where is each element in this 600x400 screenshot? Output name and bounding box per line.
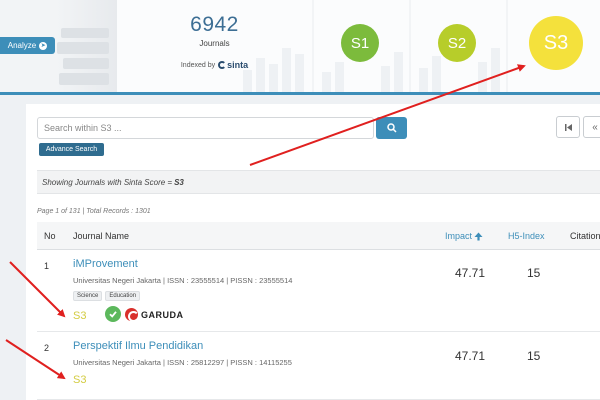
- search-input[interactable]: [37, 117, 374, 139]
- table-row: 2 Perspektif Ilmu Pendidikan Universitas…: [37, 332, 600, 400]
- impact-value: 47.71: [455, 266, 486, 280]
- search-icon: [386, 123, 397, 133]
- header-no: No: [44, 231, 56, 241]
- table-row: 1 iMProvement Universitas Negeri Jakarta…: [37, 250, 600, 332]
- indexed-by-text: Indexed by: [180, 61, 216, 69]
- journal-title-link[interactable]: Perspektif Ilmu Pendidikan: [73, 340, 203, 352]
- subject-tags: Science Education: [73, 291, 141, 301]
- first-page-button[interactable]: [556, 116, 580, 138]
- journals-stat-card: 6942 Journals Indexed by sinta: [117, 0, 312, 92]
- first-page-icon: [564, 123, 572, 131]
- garuda-text: GARUDA: [141, 309, 184, 320]
- score-badge-s3[interactable]: S3: [529, 16, 583, 70]
- header-impact: Impact: [445, 231, 473, 241]
- journal-title-link[interactable]: iMProvement: [73, 258, 138, 270]
- impact-value: 47.71: [455, 349, 486, 363]
- page-info: Page 1 of 131 | Total Records : 1301: [37, 208, 151, 215]
- garuda-icon: [125, 308, 139, 322]
- subject-tag[interactable]: Science: [73, 291, 103, 301]
- header-decoration: [55, 0, 117, 92]
- analyze-label: Analyze: [7, 41, 37, 50]
- sinta-logo: sinta: [218, 60, 248, 70]
- sinta-symbol-icon: [218, 61, 227, 69]
- subject-tag[interactable]: Education: [105, 291, 141, 301]
- filter-text: Showing Journals with Sinta Score =: [42, 177, 173, 187]
- sinta-score: S3: [73, 374, 87, 386]
- journal-meta: Universitas Negeri Jakarta | ISSN : 2355…: [73, 276, 293, 285]
- arrow-right-icon: ➤: [39, 41, 48, 50]
- double-chevron-left-icon: «: [592, 121, 598, 133]
- header-citations: Citation: [570, 231, 600, 241]
- verified-check-icon: [105, 306, 121, 322]
- search-button[interactable]: [376, 117, 407, 139]
- table-header: No Journal Name Impact H5-Index Citation: [37, 222, 600, 250]
- filter-status: Showing Journals with Sinta Score = S3: [37, 170, 600, 194]
- analyze-button[interactable]: Analyze ➤: [0, 37, 55, 54]
- row-number: 1: [44, 261, 50, 271]
- filter-value: S3: [174, 177, 184, 187]
- header-divider: [0, 92, 600, 95]
- h5-index-value: 15: [527, 266, 541, 280]
- row-number: 2: [44, 343, 50, 353]
- advance-search-button[interactable]: Advance Search: [39, 143, 104, 156]
- indexed-by: Indexed by sinta: [117, 60, 312, 70]
- score-badge-s2[interactable]: S2: [438, 24, 476, 62]
- sort-h5-index[interactable]: H5-Index: [508, 231, 545, 241]
- chart-decoration: [243, 48, 304, 92]
- sort-impact[interactable]: Impact: [445, 231, 483, 241]
- sinta-logo-text: sinta: [227, 60, 249, 70]
- journal-meta: Universitas Negeri Jakarta | ISSN : 2581…: [73, 358, 292, 367]
- header-journal-name: Journal Name: [73, 231, 130, 241]
- sinta-score: S3: [73, 310, 87, 322]
- h5-index-value: 15: [527, 349, 541, 363]
- prev-page-button[interactable]: «: [583, 116, 600, 138]
- arrow-up-icon: [474, 232, 483, 240]
- garuda-logo[interactable]: GARUDA: [125, 308, 184, 322]
- journals-label: Journals: [199, 39, 230, 48]
- score-badge-s1[interactable]: S1: [341, 24, 379, 62]
- journals-count: 6942: [190, 13, 239, 36]
